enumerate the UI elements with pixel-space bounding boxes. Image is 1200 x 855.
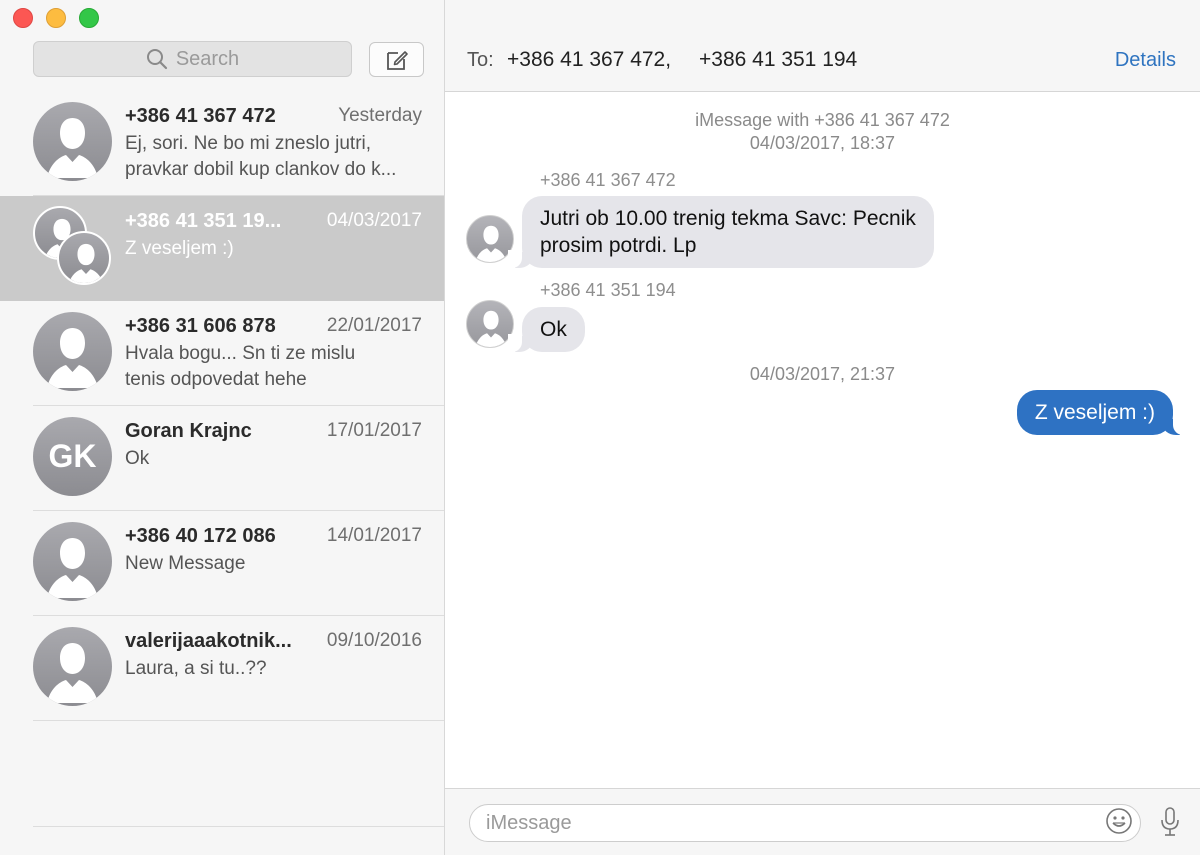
conversation-preview: Z veseljem :) — [125, 236, 425, 262]
message-bubble-outgoing[interactable]: Z veseljem :) — [1016, 390, 1188, 435]
message-sender: +386 41 367 472 — [540, 170, 676, 190]
conversation-item[interactable]: GK Goran Krajnc 17/01/2017 Ok — [0, 406, 444, 511]
message-text: Jutri ob 10.00 trenig tekma Savc: Pecnik — [540, 207, 916, 230]
thread-intro: iMessage with +386 41 367 472 04/03/2017… — [445, 109, 1200, 155]
search-placeholder: Search — [175, 47, 240, 70]
message-sender: +386 41 351 194 — [540, 280, 676, 300]
sidebar: Search +386 41 367 472 Yesterday Ej, sor… — [0, 0, 445, 855]
conversation-name: valerijaaakotnik... — [125, 630, 292, 652]
message-composer — [445, 788, 1200, 855]
conversation-date: 14/01/2017 — [326, 525, 422, 546]
conversation-name: +386 41 351 19... — [125, 210, 282, 232]
conversation-name: +386 31 606 878 — [125, 315, 276, 337]
conversation-preview: Laura, a si tu..?? — [125, 656, 425, 682]
person-silhouette-icon — [57, 231, 111, 285]
conversation-preview: New Message — [125, 551, 425, 577]
conversation-name: +386 40 172 086 — [125, 525, 276, 547]
compose-icon — [386, 50, 408, 70]
to-label: To: — [467, 49, 494, 71]
person-silhouette-icon — [33, 102, 112, 181]
conversation-preview: Ej, sori. Ne bo mi zneslo jutri, pravkar… — [125, 131, 425, 183]
conversation-preview: Ok — [125, 446, 425, 472]
person-silhouette-icon — [33, 627, 112, 706]
emoji-icon[interactable] — [1105, 807, 1133, 835]
conversation-item[interactable]: +386 41 367 472 Yesterday Ej, sori. Ne b… — [0, 91, 444, 196]
preview-line: New Message — [125, 553, 246, 574]
conversation-date: 22/01/2017 — [326, 315, 422, 336]
person-silhouette-icon — [33, 312, 112, 391]
preview-line: Laura, a si tu..?? — [125, 658, 267, 679]
conversation-item[interactable]: +386 31 606 878 22/01/2017 Hvala bogu...… — [0, 301, 444, 406]
conversation-name: +386 41 367 472 — [125, 105, 276, 127]
preview-line: Z veseljem :) — [125, 238, 234, 259]
preview-line: pravkar dobil kup clankov do k... — [125, 159, 397, 180]
conversation-date: Yesterday — [338, 105, 422, 126]
recipient-token[interactable]: +386 41 367 472, — [507, 48, 671, 72]
message-text: Z veseljem :) — [1034, 401, 1155, 424]
conversation-preview: Hvala bogu... Sn ti ze mislu tenis odpov… — [125, 341, 425, 393]
preview-line: tenis odpovedat hehe — [125, 369, 307, 390]
preview-line: Ok — [125, 448, 150, 469]
details-button[interactable]: Details — [1115, 49, 1176, 72]
window-minimize-button[interactable] — [46, 8, 66, 28]
conversation-list: +386 41 367 472 Yesterday Ej, sori. Ne b… — [0, 91, 444, 721]
window-zoom-button[interactable] — [79, 8, 99, 28]
conversation-pane: To: +386 41 367 472, +386 41 351 194 Det… — [445, 0, 1200, 855]
compose-button[interactable] — [369, 42, 424, 77]
conversation-name: Goran Krajnc — [125, 420, 252, 442]
message-bubble-incoming[interactable]: Ok — [508, 307, 585, 352]
thread-intro-timestamp: 04/03/2017, 18:37 — [749, 133, 896, 153]
recipient-token[interactable]: +386 41 351 194 — [699, 48, 857, 72]
message-bubble-incoming[interactable]: Jutri ob 10.00 trenig tekma Savc: Pecnik… — [508, 196, 934, 268]
conversation-item[interactable]: +386 40 172 086 14/01/2017 New Message — [0, 511, 444, 616]
conversation-item[interactable]: valerijaaakotnik... 09/10/2016 Laura, a … — [0, 616, 444, 721]
preview-line: Ej, sori. Ne bo mi zneslo jutri, — [125, 133, 372, 154]
message-timestamp: 04/03/2017, 21:37 — [749, 364, 896, 384]
conversation-date: 09/10/2016 — [326, 630, 422, 651]
search-field[interactable]: Search — [33, 41, 352, 77]
message-input[interactable] — [469, 804, 1141, 842]
divider — [33, 826, 444, 827]
conversation-date: 04/03/2017 — [326, 210, 422, 231]
preview-line: Hvala bogu... Sn ti ze mislu — [125, 343, 356, 364]
person-silhouette-icon — [466, 215, 514, 263]
conversation-item-selected[interactable]: +386 41 351 19... 04/03/2017 Z veseljem … — [0, 196, 444, 301]
window-close-button[interactable] — [13, 8, 33, 28]
microphone-icon[interactable] — [1159, 806, 1181, 838]
conversation-date: 17/01/2017 — [326, 420, 422, 441]
message-text: prosim potrdi. Lp — [540, 234, 697, 257]
message-text: Ok — [540, 318, 567, 341]
initials-avatar: GK — [33, 417, 112, 496]
thread-intro-title: iMessage with +386 41 367 472 — [695, 110, 950, 130]
group-avatar — [33, 206, 113, 286]
person-silhouette-icon — [33, 522, 112, 601]
message-thread: iMessage with +386 41 367 472 04/03/2017… — [445, 92, 1200, 788]
person-silhouette-icon — [466, 300, 514, 348]
search-icon — [146, 49, 167, 70]
conversation-header: To: +386 41 367 472, +386 41 351 194 Det… — [445, 0, 1200, 92]
